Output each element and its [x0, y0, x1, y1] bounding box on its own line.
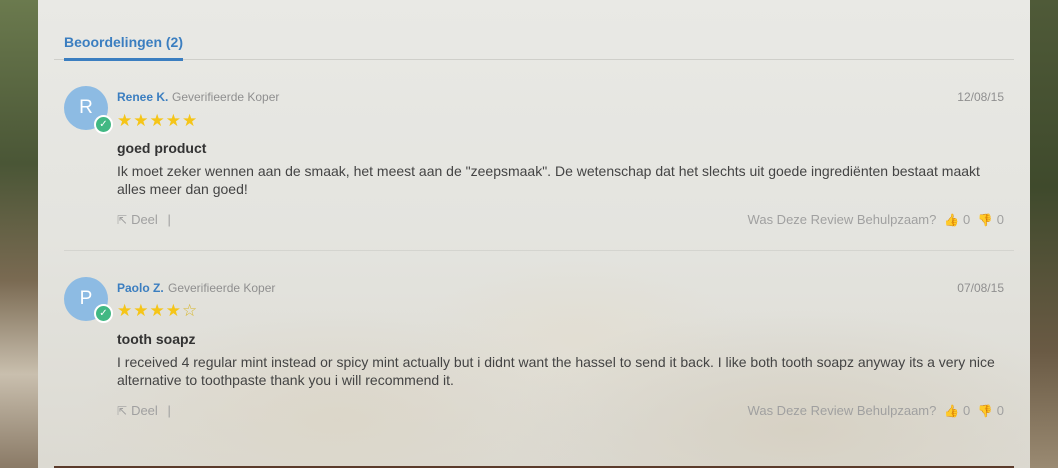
review-body: I received 4 regular mint instead or spi… — [117, 354, 995, 388]
background-left — [0, 0, 40, 468]
reviewer-name: Paolo Z. — [117, 281, 164, 295]
thumbs-up-icon[interactable]: 👍 — [944, 213, 959, 227]
thumbs-up-icon[interactable]: 👍 — [944, 404, 959, 418]
helpful-section: Was Deze Review Behulpzaam? 👍 0 👎 0 — [744, 403, 1004, 418]
review-date: 07/08/15 — [957, 281, 1004, 295]
verified-buyer-label: Geverifieerde Koper — [168, 281, 276, 295]
tab-reviews[interactable]: Beoordelingen (2) — [64, 34, 184, 61]
share-icon: ⇱ — [117, 213, 128, 227]
review-body: Ik moet zeker wennen aan de smaak, het m… — [117, 163, 980, 197]
review-divider — [64, 250, 1014, 251]
helpful-question: Was Deze Review Behulpzaam? — [747, 403, 937, 418]
verified-check-icon: ✓ — [94, 304, 113, 323]
review-title: goed product — [117, 140, 207, 156]
verified-check-icon: ✓ — [94, 115, 113, 134]
helpful-question: Was Deze Review Behulpzaam? — [747, 212, 937, 227]
helpful-section: Was Deze Review Behulpzaam? 👍 0 👎 0 — [744, 212, 1004, 227]
thumbs-up-count: 0 — [962, 212, 971, 227]
tab-bar: Beoordelingen (2) — [54, 30, 1014, 61]
thumbs-up-count: 0 — [962, 403, 971, 418]
thumbs-down-count: 0 — [996, 212, 1004, 227]
reviews-panel: Beoordelingen (2) R ✓ Renee K. Geverifie… — [38, 0, 1030, 468]
share-icon: ⇱ — [117, 404, 128, 418]
thumbs-down-icon[interactable]: 👎 — [978, 213, 993, 227]
background-right — [1028, 0, 1058, 468]
star-rating: ★★★★☆ — [117, 301, 199, 320]
review-title: tooth soapz — [117, 331, 196, 347]
thumbs-down-count: 0 — [996, 403, 1004, 418]
share-link[interactable]: ⇱ Deel | — [117, 212, 171, 227]
verified-buyer-label: Geverifieerde Koper — [172, 90, 280, 104]
share-link[interactable]: ⇱ Deel | — [117, 403, 171, 418]
thumbs-down-icon[interactable]: 👎 — [978, 404, 993, 418]
share-label: Deel — [131, 212, 158, 227]
share-label: Deel — [131, 403, 158, 418]
reviewer-name: Renee K. — [117, 90, 169, 104]
review-date: 12/08/15 — [957, 90, 1004, 104]
star-rating: ★★★★★ — [117, 111, 199, 130]
